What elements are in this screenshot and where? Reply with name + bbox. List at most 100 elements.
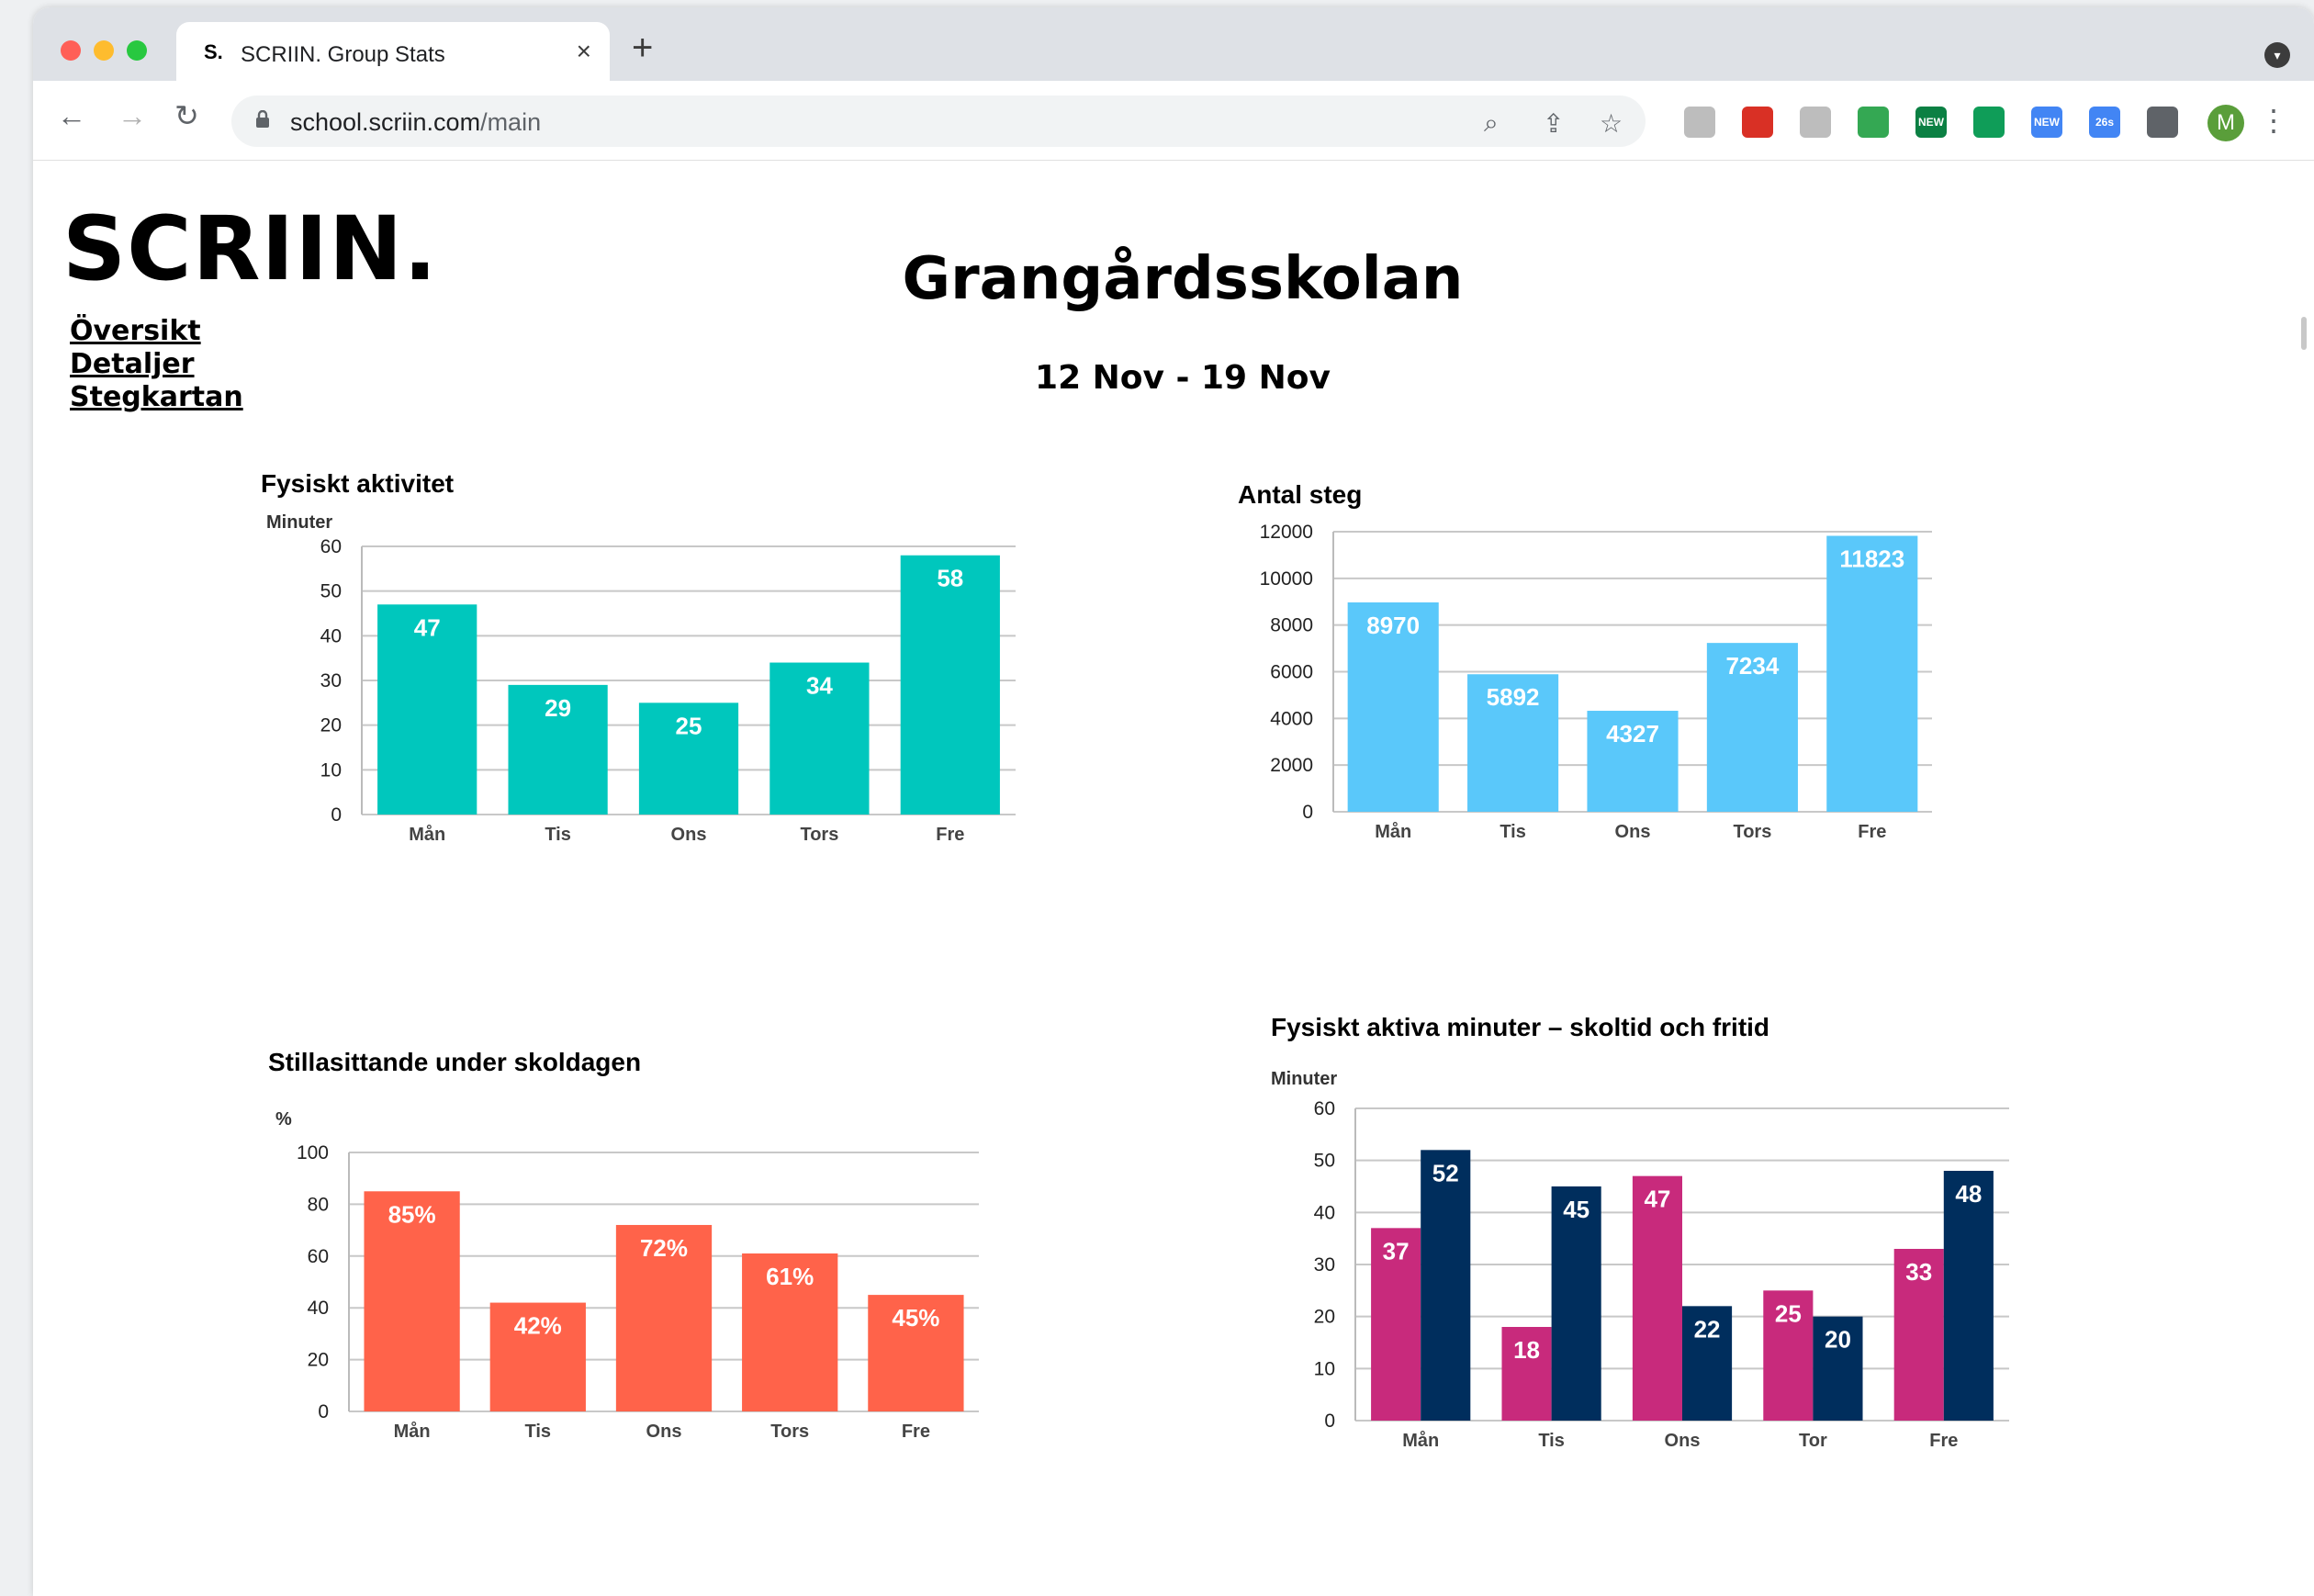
nav-link-oversikt[interactable]: Översikt: [70, 315, 243, 348]
chart-title-activity: Fysiskt aktivitet: [261, 469, 455, 498]
new-tab-button[interactable]: +: [632, 29, 653, 66]
x-tick-label: Mån: [409, 824, 445, 845]
x-tick-label: Tis: [1500, 822, 1526, 842]
y-tick-label: 30: [1314, 1254, 1335, 1276]
chart-title-steps: Antal steg: [1238, 480, 1363, 509]
y-tick-label: 60: [1314, 1098, 1335, 1119]
bar-value-label: 34: [806, 672, 833, 700]
x-tick-label: Ons: [1665, 1431, 1701, 1451]
browser-window: S. SCRIIN. Group Stats × + ▾ ← → ↻ schoo…: [33, 7, 2314, 1596]
y-tick-label: 60: [308, 1246, 329, 1267]
page-scrollbar[interactable]: [2301, 317, 2307, 350]
chart-title-sedentary: Stillasittande under skoldagen: [268, 1048, 642, 1076]
timer-icon[interactable]: 26s: [2089, 107, 2120, 138]
chat-bubble-icon[interactable]: [1973, 107, 2005, 138]
y-tick-label: 6000: [1270, 662, 1313, 683]
reload-icon[interactable]: ↻: [174, 101, 199, 130]
bar-value-label: 20: [1825, 1326, 1851, 1354]
x-tick-label: Tor: [1799, 1431, 1827, 1451]
page-content: SCRIIN. Översikt Detaljer Stegkartan Gra…: [33, 161, 2314, 1596]
address-bar[interactable]: school.scriin.com/main ⌕ ⇪ ☆: [231, 96, 1646, 147]
bar-value-label: 33: [1905, 1258, 1932, 1286]
maximize-window-button[interactable]: [127, 40, 147, 61]
gauge-new-icon-2[interactable]: NEW: [2031, 107, 2062, 138]
y-tick-label: 10000: [1260, 568, 1313, 590]
bar: [900, 555, 1000, 815]
sedentary-chart: % 0 20 40 60 80 100 Mån 85% Tis 42% Ons 72% Tors 61% Fr…: [275, 1109, 979, 1442]
tab-bar: S. SCRIIN. Group Stats × + ▾: [33, 7, 2314, 81]
bar-value-label: 4327: [1606, 720, 1659, 747]
y-tick-label: 30: [320, 670, 342, 691]
y-tick-label: 40: [1314, 1202, 1335, 1223]
y-tick-label: 40: [308, 1298, 329, 1319]
bar-value-label: 52: [1432, 1159, 1459, 1186]
bar-value-label: 61%: [766, 1263, 814, 1290]
url-host: school.scriin.com: [290, 108, 481, 136]
browser-menu-icon[interactable]: ⋮: [2259, 103, 2288, 138]
browser-tab[interactable]: S. SCRIIN. Group Stats ×: [176, 22, 610, 81]
bar-value-label: 29: [545, 694, 571, 722]
bar-value-label: 72%: [640, 1234, 688, 1262]
y-tick-label: 0: [1302, 802, 1313, 823]
gauge-new-icon-badge: NEW: [1918, 116, 1944, 129]
y-tick-label: 0: [331, 804, 342, 826]
pdf-icon[interactable]: [1742, 107, 1773, 138]
gauge-new-icon[interactable]: NEW: [1915, 107, 1947, 138]
y-tick-label: 10: [1314, 1358, 1335, 1379]
x-tick-label: Fre: [1929, 1431, 1958, 1451]
y-tick-label: 80: [308, 1194, 329, 1215]
y-axis-label: Minuter: [1271, 1069, 1337, 1089]
gauge-new-icon-2-badge: NEW: [2034, 116, 2060, 129]
bar-value-label: 5892: [1487, 683, 1540, 711]
y-tick-label: 0: [1324, 1411, 1335, 1432]
close-window-button[interactable]: [61, 40, 81, 61]
bar-value-label: 45: [1563, 1196, 1589, 1223]
y-tick-label: 20: [320, 715, 342, 736]
leaf-icon[interactable]: [1800, 107, 1831, 138]
bookmark-star-icon[interactable]: ☆: [1600, 108, 1623, 139]
zoom-icon[interactable]: ⌕: [1484, 108, 1499, 139]
puzzle-icon[interactable]: [2147, 107, 2178, 138]
bar-value-label: 47: [414, 613, 441, 641]
tab-close-icon[interactable]: ×: [577, 37, 591, 66]
date-range-wrap: 12 Nov - 19 Nov: [33, 359, 2314, 397]
x-tick-label: Tors: [800, 825, 838, 845]
x-tick-label: Fre: [936, 825, 964, 845]
chart-title-active-minutes: Fysiskt aktiva minuter – skoltid och fri…: [1271, 1013, 1770, 1041]
x-tick-label: Ons: [646, 1422, 682, 1442]
cast-icon[interactable]: [1684, 107, 1715, 138]
bar-value-label: 8970: [1366, 612, 1420, 639]
tab-search-icon[interactable]: ▾: [2264, 42, 2290, 68]
y-axis-label: Minuter: [266, 512, 332, 533]
bar-value-label: 85%: [388, 1200, 436, 1228]
url-text: school.scriin.com/main: [290, 108, 541, 137]
y-tick-label: 12000: [1260, 522, 1313, 543]
x-tick-label: Tis: [525, 1422, 552, 1442]
y-tick-label: 100: [297, 1142, 329, 1163]
lock-icon: [256, 110, 269, 128]
y-tick-label: 20: [1314, 1307, 1335, 1328]
bar: [1826, 535, 1918, 812]
bar-value-label: 48: [1955, 1180, 1982, 1208]
tab-title: SCRIIN. Group Stats: [241, 42, 445, 67]
activity-chart: Minuter 0 10 20 30 40 50 60 Mån 47 Tis 29 Ons 25 Tors 3…: [266, 512, 1016, 845]
x-tick-label: Mån: [1402, 1430, 1439, 1451]
x-tick-label: Tis: [545, 825, 571, 845]
x-tick-label: Tors: [1733, 822, 1771, 842]
y-tick-label: 2000: [1270, 755, 1313, 776]
tab-favicon: S.: [204, 40, 223, 63]
bar-value-label: 47: [1644, 1186, 1670, 1213]
y-axis-label: %: [275, 1109, 292, 1130]
x-tick-label: Mån: [1375, 821, 1411, 842]
back-icon[interactable]: ←: [57, 101, 86, 130]
bar-value-label: 45%: [892, 1304, 939, 1332]
y-tick-label: 20: [308, 1350, 329, 1371]
drive-icon[interactable]: [1858, 107, 1889, 138]
forward-icon[interactable]: →: [118, 101, 147, 130]
x-tick-label: Tis: [1538, 1431, 1565, 1451]
minimize-window-button[interactable]: [94, 40, 114, 61]
share-icon[interactable]: ⇪: [1543, 108, 1564, 139]
page-title-wrap: Grangårdsskolan: [33, 245, 2314, 313]
profile-avatar[interactable]: M: [2207, 105, 2244, 141]
y-tick-label: 0: [318, 1401, 329, 1422]
